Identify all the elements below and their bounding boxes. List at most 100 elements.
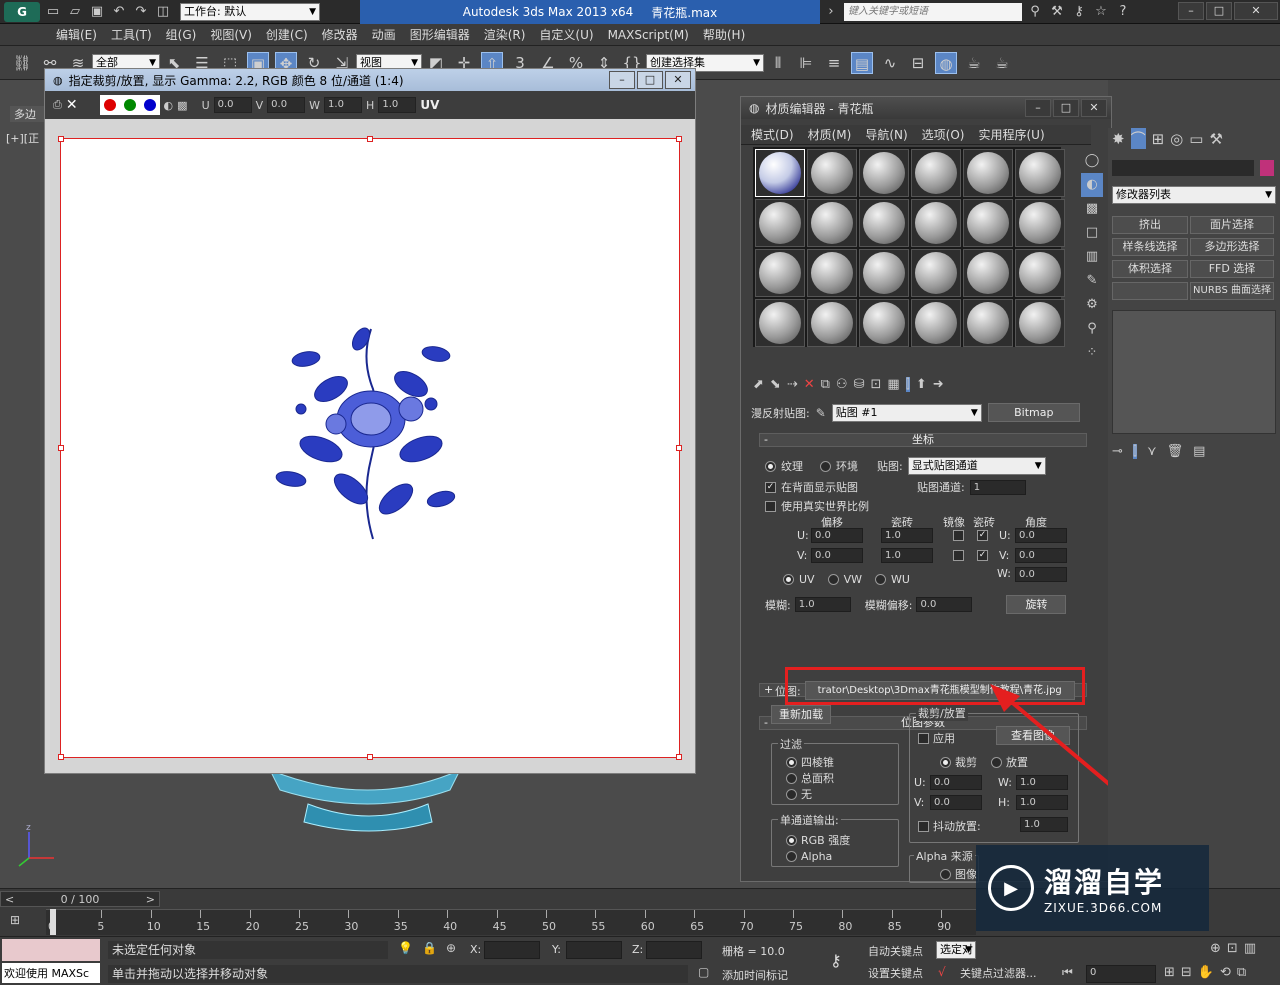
map-name-dropdown[interactable]: 贴图 #1 [831,403,982,422]
material-slot[interactable] [859,299,909,347]
modifier-stack[interactable] [1112,310,1276,434]
add-time-tag-icon[interactable]: ▢ [698,965,709,979]
pin-stack-icon[interactable]: ⊸ [1112,444,1123,459]
mat-menu-modes[interactable]: 模式(D) [751,126,794,143]
menu-animation[interactable]: 动画 [372,26,396,43]
crop-close-button[interactable]: ✕ [665,71,691,89]
uv-radio[interactable] [783,574,794,585]
mat-minimize-button[interactable]: – [1025,99,1051,117]
material-slot[interactable] [859,199,909,247]
nurbs-surface-select-button[interactable]: NURBS 曲面选择 [1190,282,1274,300]
eyedropper-icon[interactable]: ✎ [816,406,826,420]
make-unique-icon[interactable]: ⚇ [836,377,848,392]
green-channel-toggle[interactable] [121,97,138,113]
video-color-icon[interactable]: ▥ [1081,245,1103,269]
layer-manager-icon[interactable]: ≡ [823,52,845,74]
rotate-button[interactable]: 旋转 [1006,595,1067,614]
menu-edit[interactable]: 编辑(E) [56,26,97,43]
zoom-icon[interactable]: ⊕ [1210,941,1221,956]
link-icon[interactable]: ⛓ [11,52,33,74]
apply-checkbox[interactable] [918,732,929,744]
alpha-icon[interactable]: ▩ [177,99,187,112]
crop-u-spinner[interactable]: 0.0 [213,97,252,113]
sample-type-icon[interactable]: ◯ [1081,149,1103,173]
print-icon[interactable]: ⎙ [53,98,62,112]
viewport-tab[interactable]: 多边 [10,106,46,122]
maximize-button[interactable]: □ [1206,2,1232,20]
align-icon[interactable]: ⊫ [795,52,817,74]
object-color-swatch[interactable] [1260,160,1274,176]
schematic-view-icon[interactable]: ⊟ [907,52,929,74]
v-tile-checkbox[interactable]: ✓ [977,550,988,561]
render-setup-icon[interactable]: ☕ [963,52,985,74]
graphite-tools-icon[interactable]: ▤ [851,51,873,74]
menu-modifiers[interactable]: 修改器 [322,26,358,43]
current-frame-field[interactable]: 0 [1086,965,1156,983]
material-slot[interactable] [963,299,1013,347]
crop-handle-ml[interactable] [58,445,64,451]
set-key-icon[interactable]: ⚷ [830,951,842,970]
material-slot[interactable] [807,299,857,347]
pyramidal-radio[interactable] [786,756,797,768]
image-alpha-radio[interactable] [940,868,951,880]
menu-help[interactable]: 帮助(H) [703,26,745,43]
hierarchy-tab-icon[interactable]: ⊞ [1152,130,1165,148]
red-channel-toggle[interactable] [101,97,118,113]
material-slot[interactable] [1015,249,1065,297]
time-slider[interactable]: < 0 / 100 > [0,891,160,907]
mat-menu-options[interactable]: 选项(O) [922,126,965,143]
crop-handle-tl[interactable] [58,136,64,142]
tools-icon[interactable]: ⚒ [1048,3,1066,21]
crop-minimize-button[interactable]: – [609,71,635,89]
mat-menu-utilities[interactable]: 实用程序(U) [978,126,1044,143]
options-icon[interactable]: ⚙ [1081,293,1103,317]
u-mirror-checkbox[interactable] [953,530,964,541]
ffd-select-button[interactable]: FFD 选择 [1190,260,1274,278]
material-slot[interactable] [807,249,857,297]
next-frame-icon[interactable]: > [146,893,155,906]
mat-maximize-button[interactable]: □ [1053,99,1079,117]
go-to-parent-icon[interactable]: ⬆ [916,377,927,392]
time-config-icon[interactable]: ⏮ [1062,965,1073,980]
display-tab-icon[interactable]: ▭ [1189,130,1203,148]
material-slot[interactable] [963,249,1013,297]
orbit-icon[interactable]: ⟲ [1220,965,1231,980]
isolate-icon[interactable]: 💡 [398,941,413,955]
environ-radio[interactable] [820,460,831,472]
put-to-library-icon[interactable]: ⛁ [854,377,865,392]
show-map-icon[interactable]: ▦ [887,377,899,392]
save-file-icon[interactable]: ▣ [88,3,106,21]
assign-material-icon[interactable]: ⇢ [787,377,798,392]
blank-modifier-button[interactable] [1112,282,1188,300]
key-icon[interactable]: ⚷ [1070,3,1088,21]
put-to-scene-icon[interactable]: ⬊ [770,377,781,392]
material-slot[interactable] [755,199,805,247]
spline-select-button[interactable]: 样条线选择 [1112,238,1188,256]
create-tab-icon[interactable]: ✸ [1112,130,1125,148]
auto-key-button[interactable]: 自动关键点 [868,943,923,959]
material-slot[interactable] [807,199,857,247]
project-folder-icon[interactable]: ◫ [154,3,172,21]
timeline-playhead[interactable] [50,909,56,935]
timeline-track[interactable]: 051015202530354045505560657075808590 [46,909,976,935]
material-editor-titlebar[interactable]: ◍ 材质编辑器 - 青花瓶 – □ ✕ [741,97,1111,119]
redo-icon[interactable]: ↷ [132,3,150,21]
z-coord-field[interactable] [646,941,702,959]
motion-tab-icon[interactable]: ◎ [1170,130,1183,148]
material-slot[interactable] [755,249,805,297]
crop-canvas[interactable] [58,136,682,760]
get-material-icon[interactable]: ⬈ [753,377,764,392]
key-filters-button[interactable]: 关键点过滤器... [960,965,1037,981]
object-name-field[interactable] [1112,160,1254,176]
crop-v-spinner[interactable]: 0.0 [267,97,306,113]
zoom-all-icon[interactable]: ⊞ [1164,965,1175,980]
modify-tab-icon[interactable]: ⌒ [1130,128,1146,149]
material-slot[interactable] [911,199,961,247]
map-type-button[interactable]: Bitmap [987,403,1080,422]
material-slot[interactable] [1015,299,1065,347]
minimize-button[interactable]: – [1178,2,1204,20]
mono-icon[interactable]: ◐ [164,99,174,112]
material-navigator-icon[interactable]: ⁘ [1081,341,1103,365]
blur-field[interactable]: 1.0 [794,597,851,612]
none-radio[interactable] [786,788,797,800]
